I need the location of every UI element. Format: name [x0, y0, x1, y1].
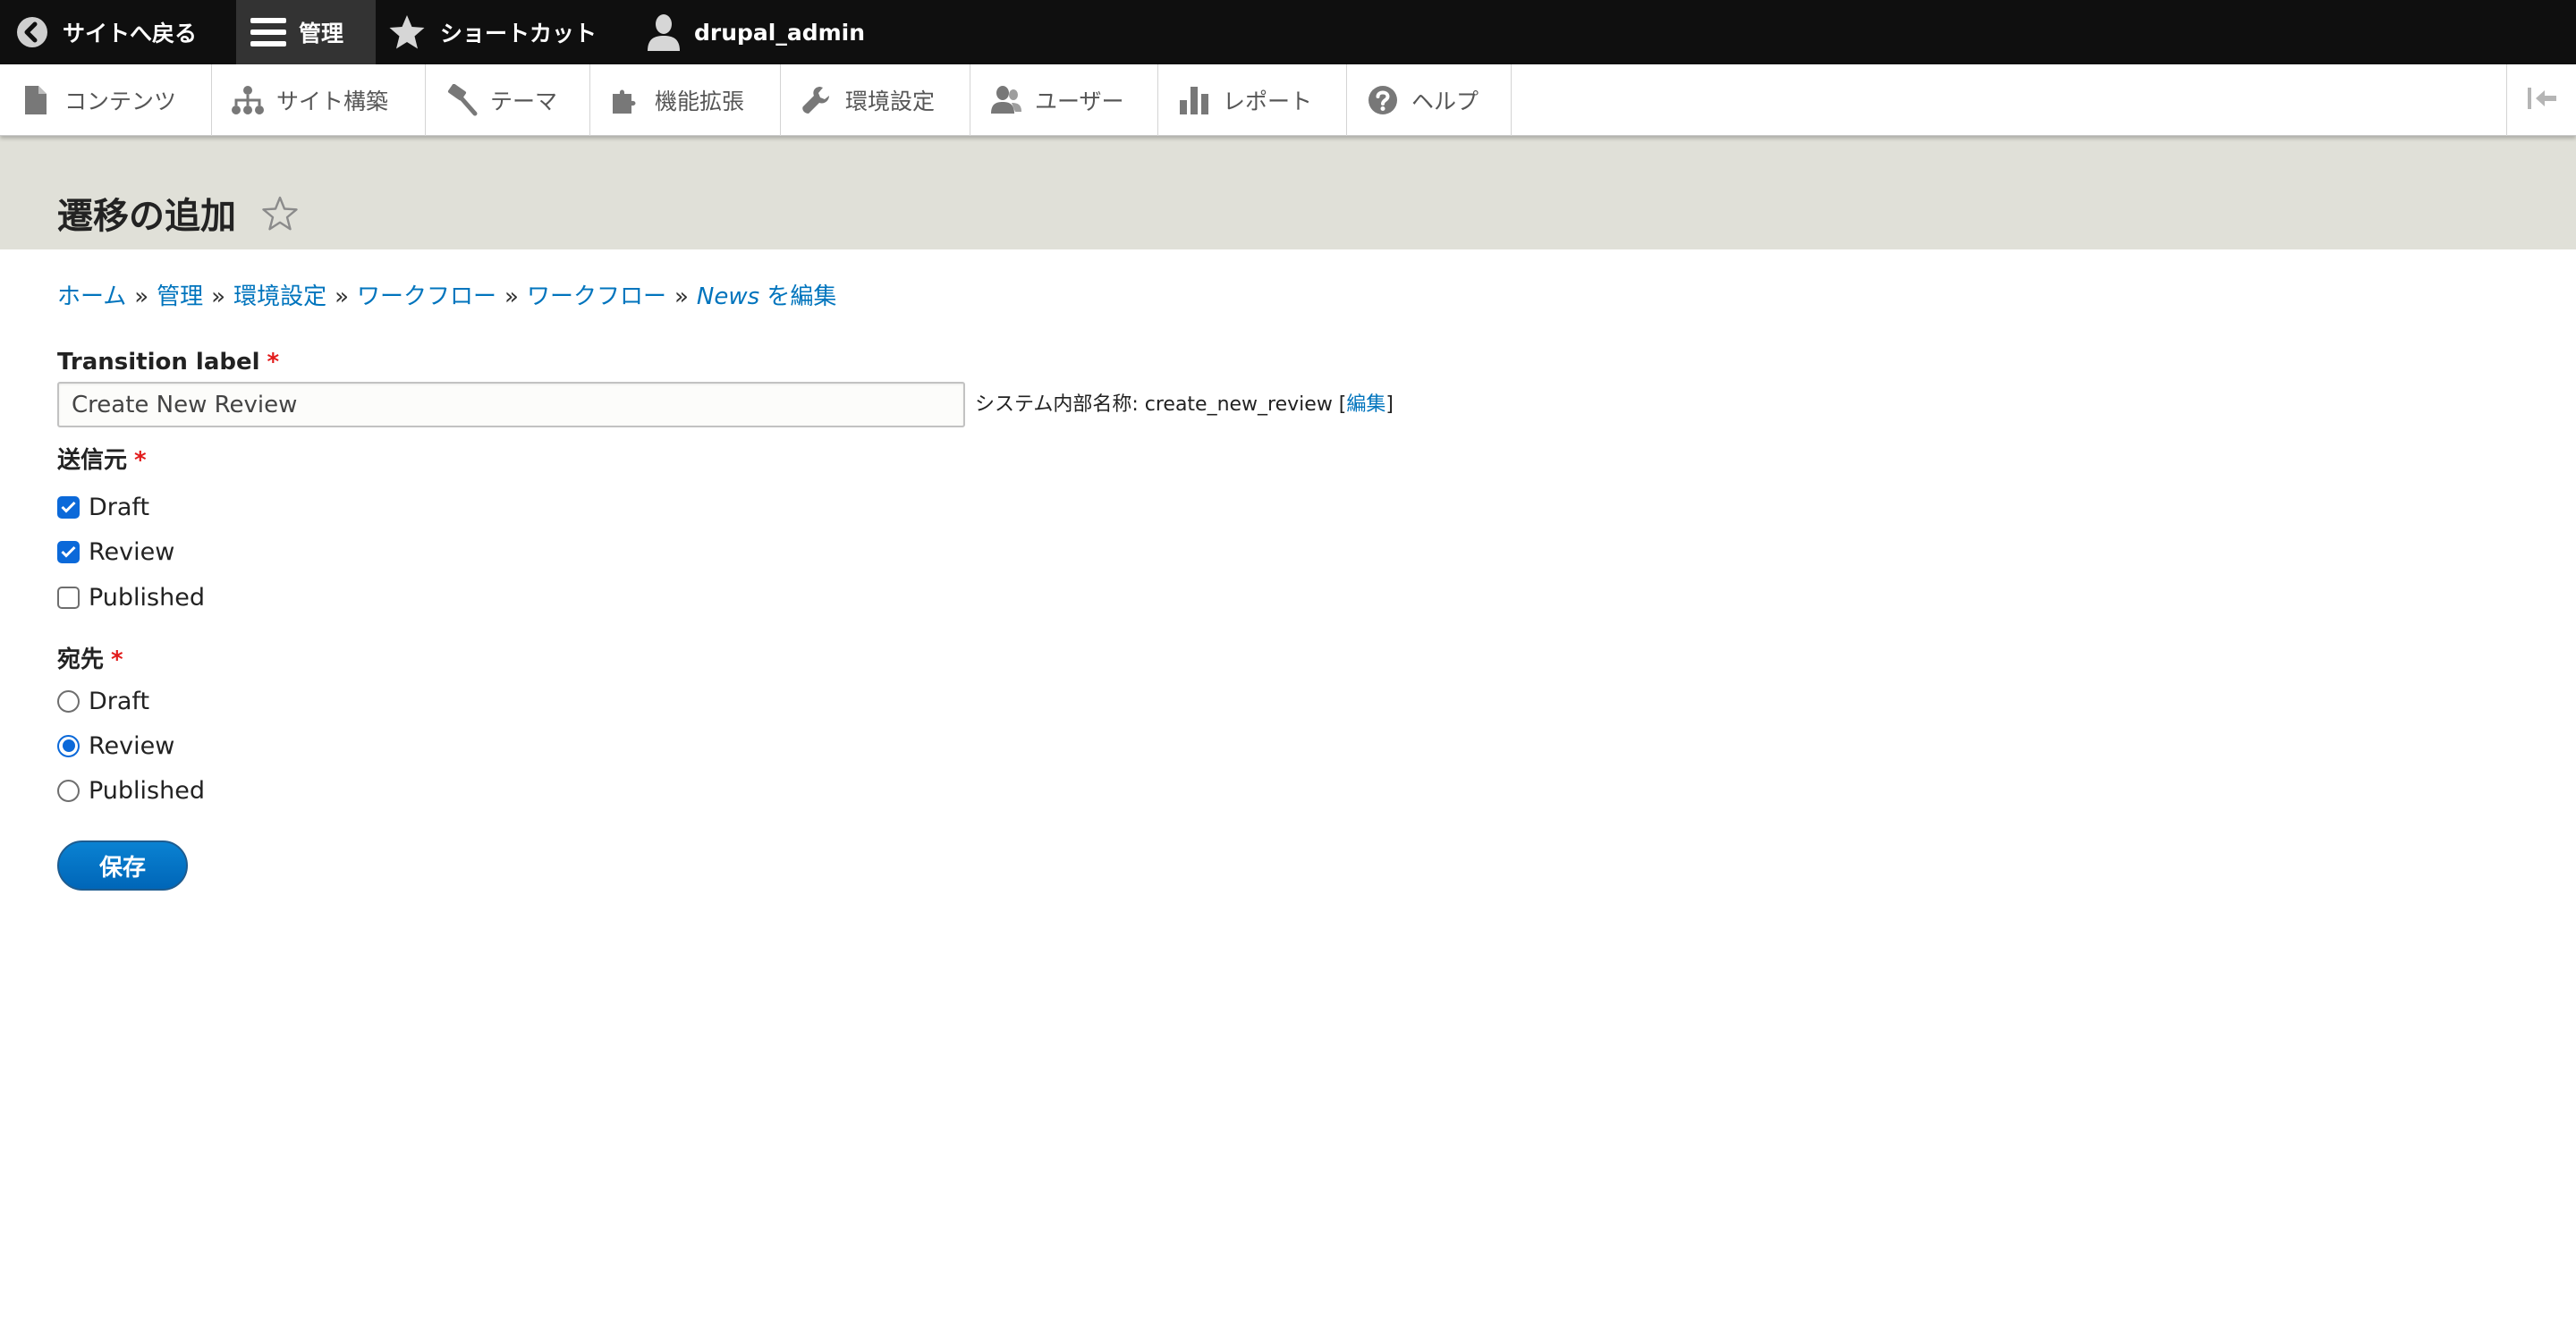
to-state-label: 宛先 *	[57, 644, 123, 676]
menu-item-reports[interactable]: レポート	[1158, 64, 1347, 136]
required-marker: *	[134, 447, 147, 474]
menu-item-appearance[interactable]: テーマ	[426, 64, 590, 136]
bar-chart-icon	[1178, 84, 1210, 116]
from-published-checkbox[interactable]	[57, 586, 80, 609]
menu-item-content-label: コンテンツ	[64, 89, 177, 114]
breadcrumb-separator: »	[134, 283, 149, 310]
to-option-review[interactable]: Review	[57, 728, 174, 764]
back-to-site-link[interactable]: サイトへ戻る	[16, 0, 197, 64]
menu-item-content[interactable]: コンテンツ	[0, 64, 212, 136]
breadcrumb-separator: »	[335, 283, 350, 310]
from-draft-label: Draft	[89, 493, 150, 521]
user-label: drupal_admin	[694, 19, 866, 46]
breadcrumb: ホーム » 管理 » 環境設定 » ワークフロー » ワークフロー » News を編集	[57, 279, 836, 315]
manage-label: 管理	[299, 21, 344, 46]
breadcrumb-link-config[interactable]: 環境設定	[233, 283, 326, 310]
to-draft-radio[interactable]	[57, 689, 80, 713]
shortcuts-label: ショートカット	[440, 21, 597, 46]
menu-item-people[interactable]: ユーザー	[970, 64, 1158, 136]
user-icon	[646, 13, 682, 51]
to-state-label-text: 宛先	[57, 646, 105, 673]
from-review-label: Review	[89, 537, 175, 566]
save-button[interactable]: 保存	[57, 840, 188, 891]
breadcrumb-separator: »	[211, 283, 226, 310]
to-published-radio[interactable]	[57, 779, 80, 802]
manage-tab[interactable]: 管理	[236, 0, 376, 64]
from-states-label-text: 送信元	[57, 447, 128, 474]
admin-menu-tray: コンテンツ サイト構築 テーマ 機能拡張 環境設定 ユーザー レポート ヘルプ	[0, 64, 2576, 136]
breadcrumb-news-text: News	[696, 283, 760, 310]
help-icon	[1367, 84, 1399, 116]
menu-item-help[interactable]: ヘルプ	[1347, 64, 1512, 136]
menu-item-people-label: ユーザー	[1035, 89, 1124, 114]
from-option-draft[interactable]: Draft	[57, 489, 149, 525]
breadcrumb-link-workflow-1[interactable]: ワークフロー	[357, 283, 496, 310]
from-review-checkbox[interactable]	[57, 540, 80, 563]
to-published-label: Published	[89, 776, 205, 805]
tray-orientation-toggle[interactable]	[2506, 64, 2576, 136]
from-draft-checkbox[interactable]	[57, 495, 80, 519]
puzzle-icon	[610, 84, 642, 116]
star-icon	[388, 14, 426, 50]
shortcuts-tab[interactable]: ショートカット	[388, 0, 597, 64]
wrench-icon	[801, 84, 833, 116]
admin-toolbar: サイトへ戻る 管理 ショートカット drupal_admin	[0, 0, 2576, 64]
menu-item-appearance-label: テーマ	[490, 89, 558, 114]
menu-item-reports-label: レポート	[1223, 89, 1313, 114]
breadcrumb-link-admin[interactable]: 管理	[157, 283, 203, 310]
add-shortcut-star-icon[interactable]	[261, 195, 299, 232]
file-icon	[20, 84, 52, 116]
to-review-radio[interactable]	[57, 734, 80, 757]
menu-item-help-label: ヘルプ	[1411, 89, 1479, 114]
breadcrumb-link-workflow-2[interactable]: ワークフロー	[527, 283, 666, 310]
user-tab[interactable]: drupal_admin	[646, 0, 865, 64]
breadcrumb-link-home[interactable]: ホーム	[57, 283, 126, 310]
required-marker: *	[267, 349, 280, 376]
people-icon	[990, 84, 1022, 116]
machine-name-suffix: ]	[1385, 393, 1394, 416]
from-states-label: 送信元 *	[57, 444, 147, 477]
transition-label-input[interactable]	[57, 382, 965, 427]
menu-item-configuration[interactable]: 環境設定	[781, 64, 970, 136]
menu-item-extend[interactable]: 機能拡張	[590, 64, 781, 136]
menu-item-extend-label: 機能拡張	[655, 89, 745, 114]
page-header: 遷移の追加	[0, 136, 2576, 249]
hamburger-icon	[250, 16, 286, 48]
machine-name-edit-link[interactable]: 編集	[1346, 393, 1385, 416]
to-option-published[interactable]: Published	[57, 773, 205, 808]
to-option-draft[interactable]: Draft	[57, 683, 149, 719]
machine-name-text: システム内部名称: create_new_review [	[975, 393, 1347, 416]
from-option-review[interactable]: Review	[57, 534, 174, 570]
required-marker: *	[111, 646, 123, 673]
transition-label-field-label: Transition label *	[57, 346, 279, 378]
breadcrumb-link-edit-news[interactable]: News を編集	[697, 283, 837, 310]
breadcrumb-separator: »	[504, 283, 519, 310]
collapse-arrow-icon	[2527, 86, 2557, 114]
from-published-label: Published	[89, 583, 205, 612]
chevron-left-circle-icon	[16, 16, 48, 48]
menu-item-structure[interactable]: サイト構築	[212, 64, 426, 136]
machine-name: システム内部名称: create_new_review [編集]	[975, 390, 1394, 420]
from-option-published[interactable]: Published	[57, 579, 205, 615]
sitemap-icon	[232, 84, 264, 116]
breadcrumb-separator: »	[674, 283, 689, 310]
transition-label-text: Transition label	[57, 349, 260, 376]
page-title: 遷移の追加	[57, 196, 236, 237]
back-to-site-label: サイトへ戻る	[63, 21, 198, 46]
to-draft-label: Draft	[89, 687, 150, 715]
breadcrumb-edit-suffix: を編集	[759, 283, 837, 310]
menu-item-configuration-label: 環境設定	[845, 89, 936, 114]
to-review-label: Review	[89, 731, 175, 760]
paint-roller-icon	[445, 84, 478, 116]
menu-item-structure-label: サイト構築	[276, 89, 389, 114]
